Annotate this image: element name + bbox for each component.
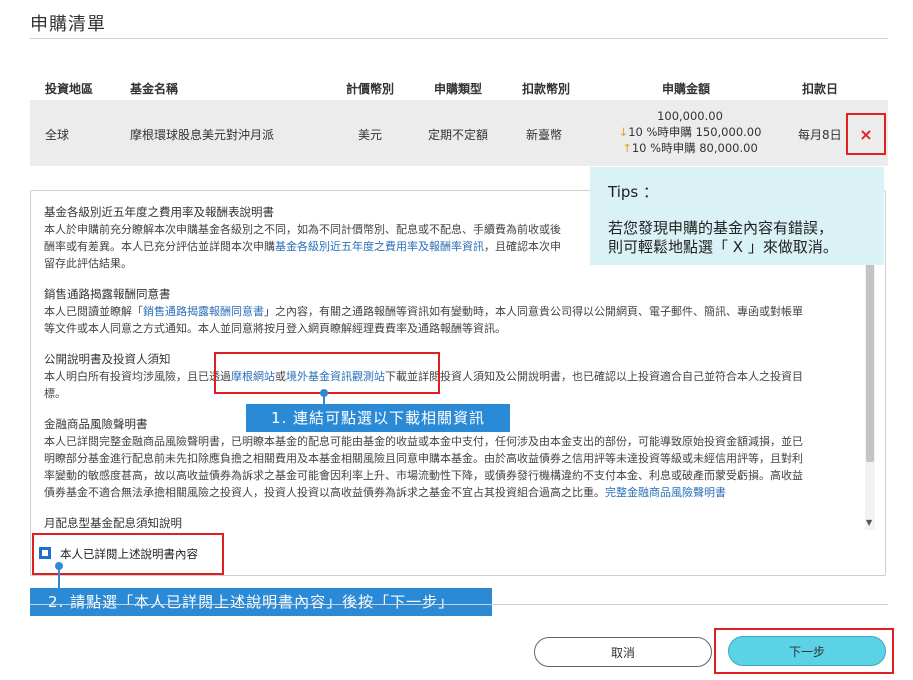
header-debit-currency: 扣款幣別 <box>522 82 571 96</box>
risk-statement-link[interactable]: 完整金融商品風險聲明書 <box>605 486 726 499</box>
header-amount: 申購金額 <box>662 82 711 96</box>
cancel-button[interactable]: 取消 <box>534 637 712 667</box>
tips-line2: 則可輕鬆地點選「 X 」來做取消。 <box>608 238 838 256</box>
callout2-dot <box>55 562 63 570</box>
section-title: 公開說明書及投資人須知 <box>44 352 171 366</box>
row-type: 定期不定額 <box>428 128 489 142</box>
fee-info-link[interactable]: 基金各級別近五年度之費用率及報酬率資訊 <box>275 240 484 253</box>
delete-button[interactable]: × <box>846 113 886 155</box>
section-body: 本人已閱讀並瞭解「銷售通路揭露報酬同意書」之內容，有關之通路報酬等資訊如有變動時… <box>44 305 803 335</box>
header-type: 申購類型 <box>434 82 483 96</box>
amount-base: 100,000.00 <box>657 109 723 123</box>
callout2-label: 2. 請點選「本人已詳閱上述說明書內容」後按「下一步」 <box>30 588 492 616</box>
arrow-up-icon: ↑ <box>622 141 632 155</box>
row-amount: 100,000.00 ↓10 %時申購 150,000.00 ↑10 %時申購 … <box>600 108 780 156</box>
amount-up-line: ↑10 %時申購 80,000.00 <box>622 141 758 155</box>
scroll-down-icon[interactable]: ▼ <box>866 518 872 527</box>
next-button[interactable]: 下一步 <box>728 636 886 666</box>
row-fund-name: 摩根環球股息美元對沖月派 <box>130 128 275 142</box>
header-currency: 計價幣別 <box>346 82 395 96</box>
callout1-label: 1. 連結可點選以下載相關資訊 <box>246 404 510 432</box>
row-debit-day: 每月8日 <box>798 128 842 142</box>
tips-title: Tips ： <box>608 183 658 201</box>
bottom-divider <box>30 604 888 605</box>
amount-down-line: ↓10 %時申購 150,000.00 <box>618 125 762 139</box>
agree-checkbox-label[interactable]: 本人已詳閱上述說明書內容 <box>60 546 198 562</box>
arrow-down-icon: ↓ <box>618 125 629 139</box>
section-body: 本人明白所有投資均涉風險，且已透過摩根網站或境外基金資訊觀測站下載並詳閱投資人須… <box>44 370 803 400</box>
row-region: 全球 <box>45 128 70 142</box>
title-divider <box>30 38 888 39</box>
header-region: 投資地區 <box>45 82 94 96</box>
callout1-dot <box>320 389 328 397</box>
checkbox-check-icon <box>42 550 48 556</box>
tips-line1: 若您發現申購的基金內容有錯誤， <box>608 219 834 237</box>
row-currency: 美元 <box>358 128 383 142</box>
close-icon[interactable]: × <box>859 125 872 144</box>
tips-box: Tips ： 若您發現申購的基金內容有錯誤， 則可輕鬆地點選「 X 」來做取消。 <box>590 167 884 265</box>
section-title: 銷售通路揭露報酬同意書 <box>44 287 171 301</box>
section-body: 本人已詳閱完整金融商品風險聲明書，已明瞭本基金的配息可能由基金的收益或本金中支付… <box>44 435 803 499</box>
section-title: 月配息型基金配息須知說明 <box>44 516 182 530</box>
links-highlight <box>214 352 440 394</box>
scrollbar-thumb[interactable] <box>866 262 874 462</box>
header-fund-name: 基金名稱 <box>130 82 179 96</box>
header-debit-day: 扣款日 <box>802 82 839 96</box>
page-title: 申購清單 <box>30 14 106 35</box>
channel-consent-link[interactable]: 銷售通路揭露報酬同意書 <box>143 305 264 318</box>
agree-checkbox[interactable] <box>39 547 51 559</box>
row-debit-currency: 新臺幣 <box>526 128 563 142</box>
